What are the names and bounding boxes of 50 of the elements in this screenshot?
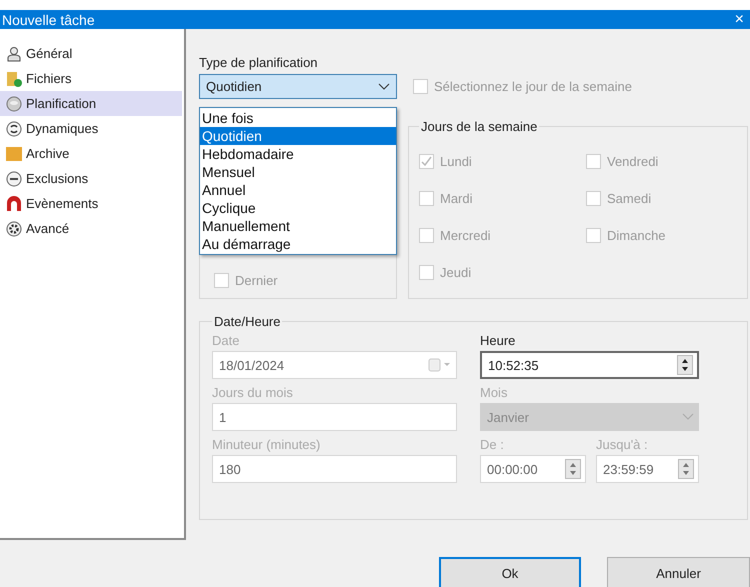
sidebar-item[interactable]: Dynamiques xyxy=(0,116,182,141)
calendar-dropdown-icon[interactable] xyxy=(428,358,452,372)
dropdown-option[interactable]: Hebdomadaire xyxy=(200,145,396,163)
disc-icon xyxy=(6,96,22,112)
field-label: Jusqu'à : xyxy=(596,437,649,452)
input-field[interactable]: 18/01/2024 xyxy=(212,351,457,379)
window-title: Nouvelle tâche xyxy=(2,12,95,28)
gear-icon xyxy=(6,220,22,236)
chevron-down-icon xyxy=(378,82,390,90)
minus-icon xyxy=(6,170,22,186)
sidebar-item[interactable]: Fichiers xyxy=(0,66,182,91)
field-label: Type de planification xyxy=(199,55,319,70)
ok-button[interactable]: Ok xyxy=(439,557,581,587)
input-field[interactable]: 1 xyxy=(212,403,457,431)
group-title: Date/Heure xyxy=(213,314,282,329)
dropdown-option[interactable]: Annuel xyxy=(200,181,396,199)
group-title: Jours de la semaine xyxy=(420,119,538,134)
input-field[interactable]: 23:59:59 xyxy=(596,455,699,483)
check-icon xyxy=(421,156,432,167)
refresh-icon xyxy=(6,120,22,136)
input-field[interactable]: 10:52:35 xyxy=(480,351,699,379)
close-button[interactable]: × xyxy=(734,12,744,28)
sidebar-item[interactable]: Evènements xyxy=(0,191,182,216)
field-label: Date xyxy=(212,333,240,348)
magnet-icon xyxy=(6,196,22,212)
input-field[interactable]: 00:00:00 xyxy=(480,455,586,483)
sidebar-item[interactable]: Avancé xyxy=(0,216,182,241)
sidebar-item[interactable]: Général xyxy=(0,41,182,66)
field-label: Minuteur (minutes) xyxy=(212,437,322,452)
dropdown-option[interactable]: Mensuel xyxy=(200,163,396,181)
chevron-down-icon xyxy=(682,413,694,421)
sidebar-item[interactable]: Archive xyxy=(0,141,182,166)
spinner-icon[interactable] xyxy=(677,355,693,375)
dropdown-option[interactable]: Cyclique xyxy=(200,199,396,217)
schedule-type-dropdown[interactable]: Quotidien xyxy=(199,74,397,99)
input-field[interactable]: 180 xyxy=(212,455,457,483)
sidebar-item[interactable]: Planification xyxy=(0,91,182,116)
cancel-button[interactable]: Annuler xyxy=(607,557,750,587)
folder-check-icon xyxy=(6,70,22,86)
user-icon xyxy=(6,46,22,62)
dropdown-option[interactable]: Manuellement xyxy=(200,217,396,235)
dropdown-option[interactable]: Une fois xyxy=(200,109,396,127)
field-label: Jours du mois xyxy=(212,385,294,400)
field-label: Heure xyxy=(480,333,516,348)
sidebar-item[interactable]: Exclusions xyxy=(0,166,182,191)
box-icon xyxy=(6,146,22,162)
dropdown-option[interactable]: Quotidien xyxy=(200,127,396,145)
dropdown-option[interactable]: Au démarrage xyxy=(200,235,396,253)
field-label: De : xyxy=(480,437,505,452)
field-label: Mois xyxy=(480,385,508,400)
